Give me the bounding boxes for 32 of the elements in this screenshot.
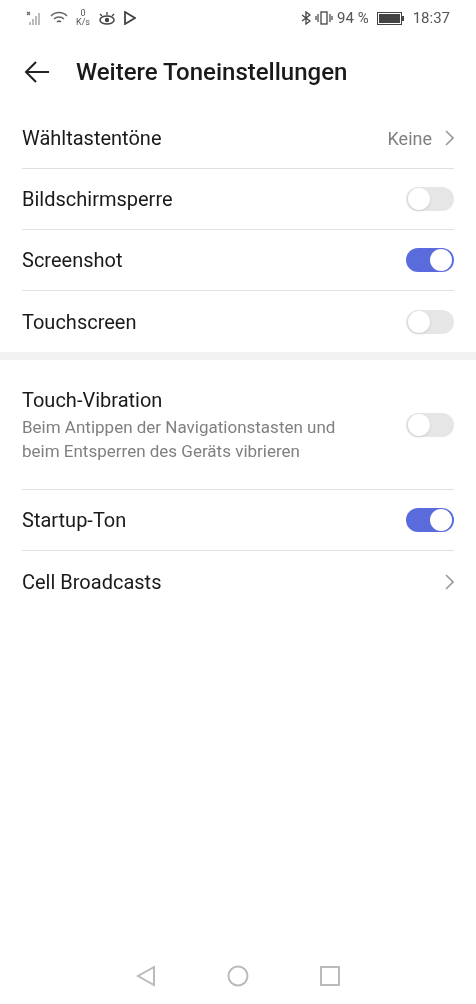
toggle-switch[interactable]: [406, 187, 454, 211]
network-speed-value: 0: [80, 9, 86, 18]
chevron-right-icon: [444, 130, 454, 146]
eye-icon: [98, 11, 116, 25]
setting-label: Touch-Vibration: [22, 386, 164, 413]
battery-percent: 94 %: [337, 7, 369, 29]
flag-icon: [124, 11, 136, 25]
setting-label: Wähltastentöne: [22, 125, 163, 151]
network-speed-unit: K/s: [76, 18, 90, 27]
toggle-switch[interactable]: [406, 309, 454, 334]
home-nav-icon[interactable]: [227, 965, 249, 987]
battery-icon: [376, 11, 405, 25]
toggle-switch[interactable]: [406, 248, 454, 272]
setting-label: Startup-Ton: [22, 507, 128, 533]
back-button[interactable]: [24, 59, 50, 85]
wifi-icon: [50, 11, 68, 25]
setting-label: Bildschirmsperre: [22, 186, 174, 212]
recents-nav-icon[interactable]: [320, 966, 341, 986]
setting-description: Beim Antippen der Navigationstasten und beim Entsperren des Geräts vibrieren: [22, 415, 337, 463]
signal-icon: [26, 10, 42, 26]
back-nav-icon[interactable]: [135, 965, 156, 987]
toggle-switch[interactable]: [406, 508, 454, 532]
page-title: Weitere Toneinstellungen: [76, 57, 348, 88]
setting-label: Screenshot: [22, 247, 124, 273]
chevron-right-icon: [444, 573, 454, 590]
toggle-switch[interactable]: [406, 412, 454, 437]
setting-value: Keine: [387, 126, 432, 151]
setting-label: Touchscreen: [22, 308, 138, 335]
clock-time: 18:37: [412, 7, 450, 29]
bluetooth-icon: [301, 11, 312, 25]
vibrate-icon: [315, 11, 334, 25]
setting-label: Cell Broadcasts: [22, 568, 163, 595]
